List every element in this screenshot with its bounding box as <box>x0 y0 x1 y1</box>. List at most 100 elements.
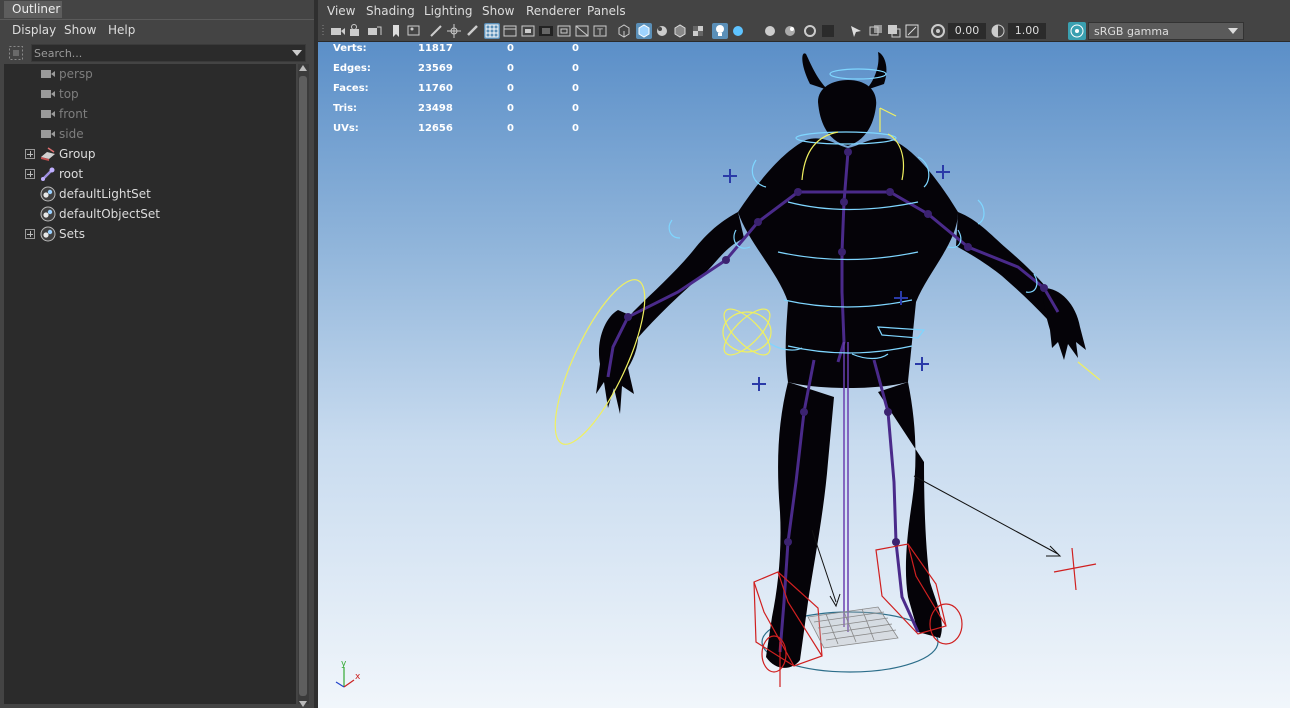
scroll-down-icon[interactable] <box>299 701 307 707</box>
viewport-menubar: View Shading Lighting Show Renderer Pane… <box>318 0 1290 21</box>
menu-lighting[interactable]: Lighting <box>424 3 473 19</box>
bookmark-icon[interactable] <box>388 23 404 39</box>
scene-canvas[interactable]: y x <box>318 42 1290 708</box>
shadows-icon[interactable] <box>730 23 746 39</box>
outliner-scrollbar[interactable] <box>298 64 309 707</box>
chevron-down-icon <box>1228 28 1238 34</box>
outliner-search-row <box>0 42 314 64</box>
camera-icon <box>40 86 56 102</box>
screen-space-ao-icon[interactable] <box>762 23 778 39</box>
camera-bookmark-icon[interactable] <box>366 23 382 39</box>
color-space-dropdown[interactable]: sRGB gamma <box>1088 22 1244 40</box>
expand-icon[interactable] <box>25 229 35 239</box>
textured-icon[interactable] <box>690 23 706 39</box>
xray-joints-icon[interactable] <box>904 23 920 39</box>
joint-icon <box>40 166 56 182</box>
outliner-menu-help[interactable]: Help <box>108 21 135 39</box>
safe-action-icon[interactable] <box>574 23 590 39</box>
group-transform-icon <box>40 146 56 162</box>
motion-blur-icon[interactable] <box>782 23 798 39</box>
toolbar-handle-icon <box>320 23 326 39</box>
tree-item-top[interactable]: top <box>4 84 296 104</box>
grid-toggle-icon[interactable] <box>484 23 500 39</box>
depth-of-field-icon[interactable] <box>820 23 836 39</box>
color-space-label: sRGB gamma <box>1094 25 1169 38</box>
tree-item-front[interactable]: front <box>4 104 296 124</box>
menu-view[interactable]: View <box>327 3 355 19</box>
two-d-pan-icon[interactable] <box>446 23 462 39</box>
arrowheads <box>829 545 1062 608</box>
wireframe-icon[interactable] <box>616 23 632 39</box>
select-camera-icon[interactable] <box>330 23 346 39</box>
tree-item-label: side <box>59 127 84 141</box>
default-material-icon[interactable] <box>654 23 670 39</box>
menu-renderer[interactable]: Renderer <box>526 3 581 19</box>
safe-title-icon[interactable]: T <box>592 23 608 39</box>
tree-item-label: defaultObjectSet <box>59 207 161 221</box>
scroll-thumb[interactable] <box>299 76 307 696</box>
expand-icon[interactable] <box>25 149 35 159</box>
film-gate-icon[interactable] <box>502 23 518 39</box>
tree-item-sets[interactable]: Sets <box>4 224 296 244</box>
exposure-icon[interactable] <box>930 23 946 39</box>
tree-item-persp[interactable]: persp <box>4 64 296 84</box>
outliner-menu-show[interactable]: Show <box>64 21 96 39</box>
axis-y-label: y <box>341 659 347 669</box>
tree-item-label: defaultLightSet <box>59 187 151 201</box>
camera-icon <box>40 66 56 82</box>
isolate-select-icon[interactable] <box>848 23 864 39</box>
outliner-menu-display[interactable]: Display <box>12 21 56 39</box>
perspective-viewport[interactable]: Verts: 11817 0 0 Edges: 23569 0 0 Faces:… <box>318 42 1290 708</box>
use-all-lights-icon[interactable] <box>712 23 728 39</box>
tree-item-defaultobjectset[interactable]: defaultObjectSet <box>4 204 296 224</box>
search-input[interactable] <box>34 45 284 61</box>
grease-pencil-icon[interactable] <box>428 23 444 39</box>
tree-item-label: top <box>59 87 79 101</box>
menu-panels[interactable]: Panels <box>587 3 626 19</box>
tree-item-root[interactable]: root <box>4 164 296 184</box>
camera-attributes-icon[interactable] <box>348 23 364 39</box>
image-plane-icon[interactable] <box>406 23 422 39</box>
smooth-shade-icon[interactable] <box>636 23 652 39</box>
set-icon <box>40 226 56 242</box>
axis-gizmo: y x <box>335 659 361 688</box>
svg-text:T: T <box>596 28 603 38</box>
menu-show[interactable]: Show <box>482 3 514 19</box>
tree-item-label: persp <box>59 67 93 81</box>
xray-active-components-icon[interactable] <box>886 23 902 39</box>
brush-icon[interactable] <box>464 23 480 39</box>
outliner-tab[interactable]: Outliner <box>4 1 62 18</box>
outliner-panel: Outliner Display Show Help persp top fro… <box>0 0 314 708</box>
locator-icon[interactable] <box>1053 547 1097 591</box>
tree-item-side[interactable]: side <box>4 124 296 144</box>
exposure-field[interactable]: 0.00 <box>948 23 986 39</box>
outliner-menubar: Display Show Help <box>0 19 314 40</box>
tree-item-group[interactable]: Group <box>4 144 296 164</box>
color-management-icon[interactable] <box>1068 22 1086 40</box>
tree-item-label: front <box>59 107 88 121</box>
search-box[interactable] <box>31 44 306 62</box>
filter-icon[interactable] <box>8 45 24 61</box>
wireframe-on-shaded-icon[interactable] <box>672 23 688 39</box>
resolution-gate-icon[interactable] <box>520 23 536 39</box>
gamma-icon[interactable] <box>990 23 1006 39</box>
tree-item-label: Sets <box>59 227 85 241</box>
multisample-aa-icon[interactable] <box>802 23 818 39</box>
xray-icon[interactable] <box>868 23 884 39</box>
gamma-field[interactable]: 1.00 <box>1008 23 1046 39</box>
tree-item-label: Group <box>59 147 96 161</box>
gate-mask-icon[interactable] <box>538 23 554 39</box>
menu-shading[interactable]: Shading <box>366 3 415 19</box>
camera-icon <box>40 106 56 122</box>
viewport-toolbar: T 0.00 1.00 sRGB gamma <box>318 21 1290 42</box>
expand-icon[interactable] <box>25 169 35 179</box>
search-dropdown-icon[interactable] <box>292 50 302 56</box>
scroll-up-icon[interactable] <box>299 65 307 71</box>
outliner-tree: persp top front side Group root defaultL… <box>4 64 296 704</box>
tree-item-defaultlightset[interactable]: defaultLightSet <box>4 184 296 204</box>
set-icon <box>40 186 56 202</box>
axis-x-label: x <box>355 672 361 682</box>
camera-icon <box>40 126 56 142</box>
set-icon <box>40 206 56 222</box>
field-chart-icon[interactable] <box>556 23 572 39</box>
